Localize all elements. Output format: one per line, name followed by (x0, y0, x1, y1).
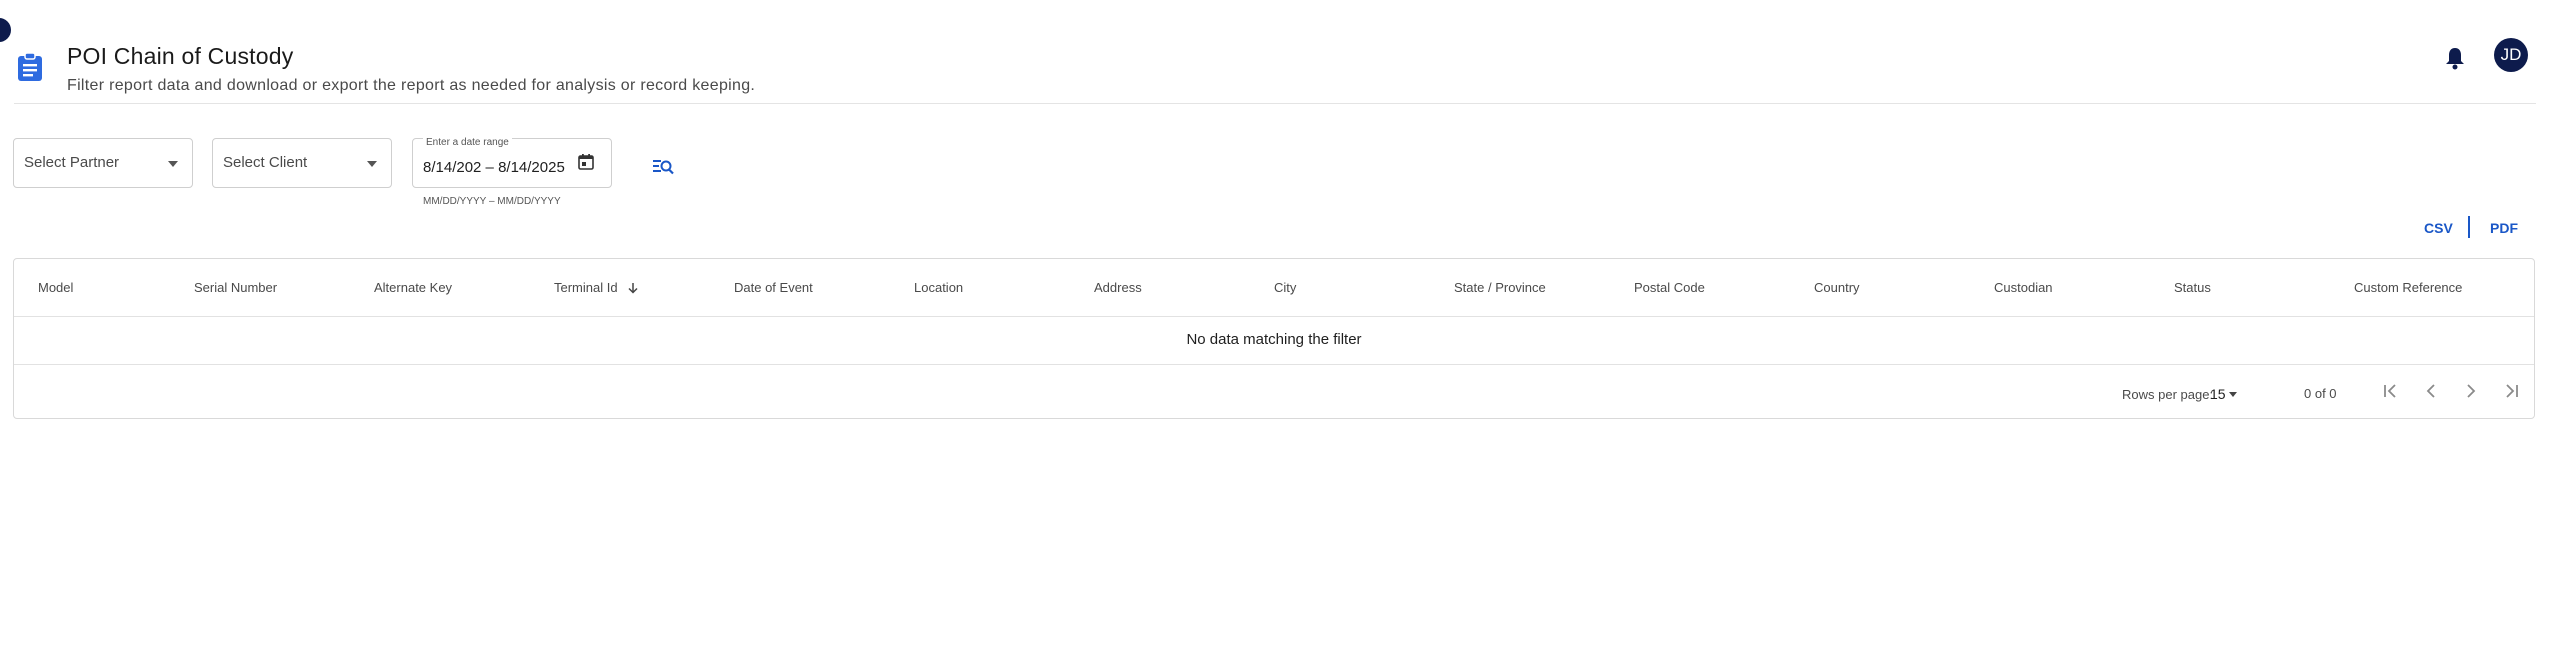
date-range-value[interactable]: 8/14/202 – 8/14/2025 (423, 159, 565, 176)
page-title: POI Chain of Custody (67, 43, 294, 69)
chevron-down-icon (168, 161, 178, 167)
column-header-model[interactable]: Model (38, 280, 73, 295)
arrow-down-icon (628, 283, 638, 294)
column-header-postal-code[interactable]: Postal Code (1634, 280, 1705, 295)
date-range-label: Enter a date range (423, 137, 512, 148)
export-divider (2468, 216, 2470, 238)
empty-message: No data matching the filter (1186, 331, 1362, 348)
last-page-icon[interactable] (2500, 380, 2522, 402)
column-header-terminal-id[interactable]: Terminal Id (554, 280, 639, 295)
page-range-label: 0 of 0 (2304, 386, 2337, 401)
chevron-down-icon (367, 161, 377, 167)
chevron-down-icon[interactable] (2229, 392, 2237, 397)
rows-per-page-select[interactable]: 15 (2210, 386, 2226, 402)
export-csv-button[interactable]: CSV (2424, 220, 2453, 236)
table-header-row: Model Serial Number Alternate Key Termin… (14, 259, 2534, 317)
chevron-right-icon[interactable] (2460, 380, 2482, 402)
column-header-alternate-key[interactable]: Alternate Key (374, 280, 452, 295)
column-header-city[interactable]: City (1274, 280, 1296, 295)
date-range-field[interactable]: Enter a date range 8/14/202 – 8/14/2025 (412, 137, 612, 188)
bell-icon[interactable] (2444, 46, 2466, 70)
table-paginator: Rows per page: 15 0 of 0 (14, 365, 2534, 419)
rows-per-page-label: Rows per page: (2122, 387, 2214, 402)
avatar[interactable]: JD (2494, 38, 2528, 72)
column-header-location[interactable]: Location (914, 280, 963, 295)
date-range-hint: MM/DD/YYYY – MM/DD/YYYY (423, 196, 561, 207)
column-header-date-of-event[interactable]: Date of Event (734, 280, 813, 295)
column-header-country[interactable]: Country (1814, 280, 1860, 295)
partner-select[interactable]: Select Partner (13, 138, 193, 188)
client-select-label: Select Client (223, 154, 308, 171)
column-header-address[interactable]: Address (1094, 280, 1142, 295)
side-nav-toggle[interactable] (0, 18, 11, 42)
column-header-custodian[interactable]: Custodian (1994, 280, 2053, 295)
column-header-custom-reference[interactable]: Custom Reference (2354, 280, 2462, 295)
column-header-state-province[interactable]: State / Province (1454, 280, 1546, 295)
column-header-serial-number[interactable]: Serial Number (194, 280, 277, 295)
column-header-status[interactable]: Status (2174, 280, 2211, 295)
first-page-icon[interactable] (2380, 380, 2402, 402)
report-table: Model Serial Number Alternate Key Termin… (13, 258, 2535, 419)
header-divider (14, 103, 2536, 104)
chevron-left-icon[interactable] (2420, 380, 2442, 402)
client-select[interactable]: Select Client (212, 138, 392, 188)
page-subtitle: Filter report data and download or expor… (67, 77, 756, 94)
partner-select-label: Select Partner (24, 154, 120, 171)
export-pdf-button[interactable]: PDF (2490, 220, 2518, 236)
table-row: No data matching the filter (14, 316, 2534, 365)
column-header-terminal-id-label: Terminal Id (554, 280, 618, 295)
filter-search-icon[interactable] (652, 156, 674, 178)
clipboard-icon (18, 52, 42, 81)
calendar-icon[interactable] (577, 153, 595, 171)
